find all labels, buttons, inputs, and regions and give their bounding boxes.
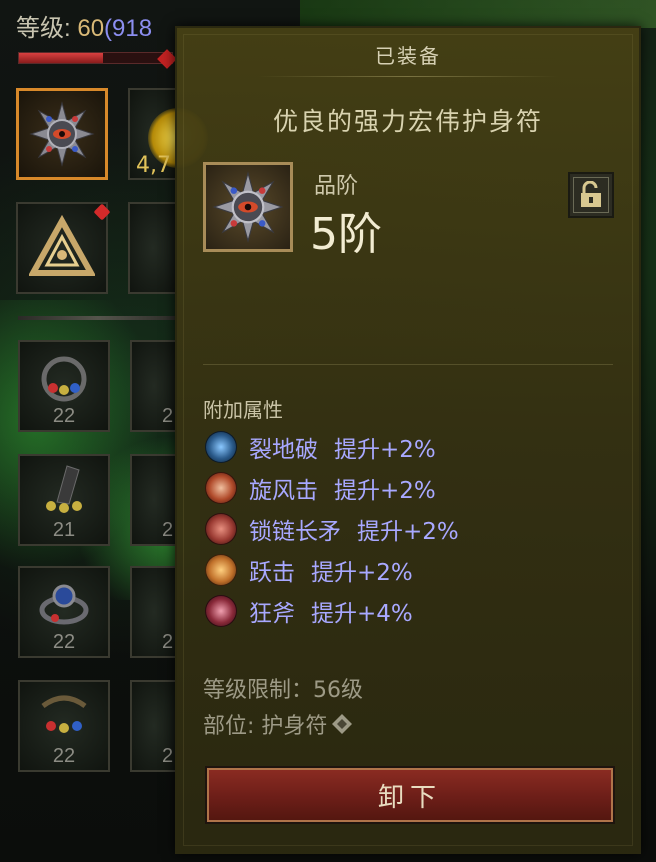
ground-crack-skill-icon xyxy=(205,430,237,463)
item-name: 优良的强力宏伟护身符 xyxy=(272,107,543,136)
amulet-icon xyxy=(212,171,284,243)
section-separator xyxy=(203,364,613,365)
attribute-bonus: 提升+2% xyxy=(357,518,459,545)
character-level: 等级: 60(918 xyxy=(16,8,152,43)
inventory-slot-partial[interactable] xyxy=(128,202,176,294)
item-count: 22 xyxy=(52,631,76,653)
leap-skill-icon xyxy=(205,553,237,586)
inventory-slot-partial[interactable]: 2 xyxy=(130,680,176,772)
necklace-icon xyxy=(41,695,87,733)
attribute-row: 锁链长矛 提升+2% xyxy=(205,508,459,549)
lock-toggle-button[interactable] xyxy=(568,172,614,218)
gold-amount: 4,7 xyxy=(136,153,171,178)
attribute-bonus: 提升+4% xyxy=(311,600,413,627)
level-value: 60 xyxy=(77,15,105,42)
ring-icon xyxy=(41,356,87,402)
bracer-icon xyxy=(46,465,82,513)
grade-value: 5阶 xyxy=(310,209,382,260)
amulet-icon xyxy=(29,101,95,167)
item-tooltip-panel: 已装备 优良的强力宏伟护身符 品阶 5阶 附加属性 裂地破 提升+2% 旋风击 … xyxy=(175,26,641,854)
grade-label: 品阶 xyxy=(314,174,359,199)
unequip-button-label: 卸下 xyxy=(377,782,442,813)
xp-value: (918 xyxy=(104,15,153,42)
inventory-slot-partial[interactable]: 2 xyxy=(130,454,176,546)
inventory-slot-ring[interactable]: 22 xyxy=(18,340,110,432)
attribute-skill: 狂斧 xyxy=(249,600,295,627)
slot-type-row: 部位: 护身符 xyxy=(203,708,353,740)
experience-fill xyxy=(19,53,104,63)
unlocked-padlock-icon xyxy=(581,181,601,207)
section-divider xyxy=(18,316,178,320)
inventory-slot-partial[interactable]: 2 xyxy=(130,340,176,432)
equipped-status: 已装备 xyxy=(375,44,441,68)
level-label: 等级: xyxy=(16,15,78,42)
inventory-slot-sigil[interactable] xyxy=(16,202,108,294)
attribute-bonus: 提升+2% xyxy=(334,477,436,504)
chain-spear-skill-icon xyxy=(205,512,237,545)
attribute-row: 旋风击 提升+2% xyxy=(205,467,459,508)
unequip-button[interactable]: 卸下 xyxy=(205,766,615,824)
header-rule xyxy=(257,76,559,77)
item-portrait xyxy=(203,162,293,252)
experience-bar xyxy=(18,52,173,64)
attribute-list: 裂地破 提升+2% 旋风击 提升+2% 锁链长矛 提升+2% 跃击 提升+2% … xyxy=(205,426,459,631)
inventory-slot-bracer[interactable]: 21 xyxy=(18,454,110,546)
scene-glow xyxy=(300,0,656,28)
inventory-slot-amulet[interactable] xyxy=(16,88,108,180)
item-count: 21 xyxy=(52,519,76,541)
slot-type: 部位: 护身符 xyxy=(203,714,328,739)
attribute-bonus: 提升+2% xyxy=(311,559,413,586)
gem-ring-icon xyxy=(39,584,89,625)
attribute-row: 裂地破 提升+2% xyxy=(205,426,459,467)
attribute-bonus: 提升+2% xyxy=(334,436,436,463)
attribute-skill: 旋风击 xyxy=(249,477,318,504)
inventory-slot-gem-ring[interactable]: 22 xyxy=(18,566,110,658)
item-count: 22 xyxy=(52,745,76,767)
frenzy-axe-skill-icon xyxy=(205,594,237,627)
inventory-slot-partial[interactable]: 2 xyxy=(130,566,176,658)
whirlwind-skill-icon xyxy=(205,471,237,504)
attribute-skill: 裂地破 xyxy=(249,436,318,463)
inventory-slot-gold[interactable]: 4,7 xyxy=(128,88,208,180)
attribute-row: 狂斧 提升+4% xyxy=(205,590,459,631)
inventory-slot-necklace[interactable]: 22 xyxy=(18,680,110,772)
attribute-skill: 跃击 xyxy=(249,559,295,586)
level-requirement: 等级限制：56级 xyxy=(203,678,363,703)
item-count: 22 xyxy=(52,405,76,427)
attribute-skill: 锁链长矛 xyxy=(249,518,341,545)
triangle-sigil-icon xyxy=(29,215,95,276)
attributes-title: 附加属性 xyxy=(203,398,283,422)
attribute-row: 跃击 提升+2% xyxy=(205,549,459,590)
amulet-slot-icon xyxy=(332,714,353,734)
